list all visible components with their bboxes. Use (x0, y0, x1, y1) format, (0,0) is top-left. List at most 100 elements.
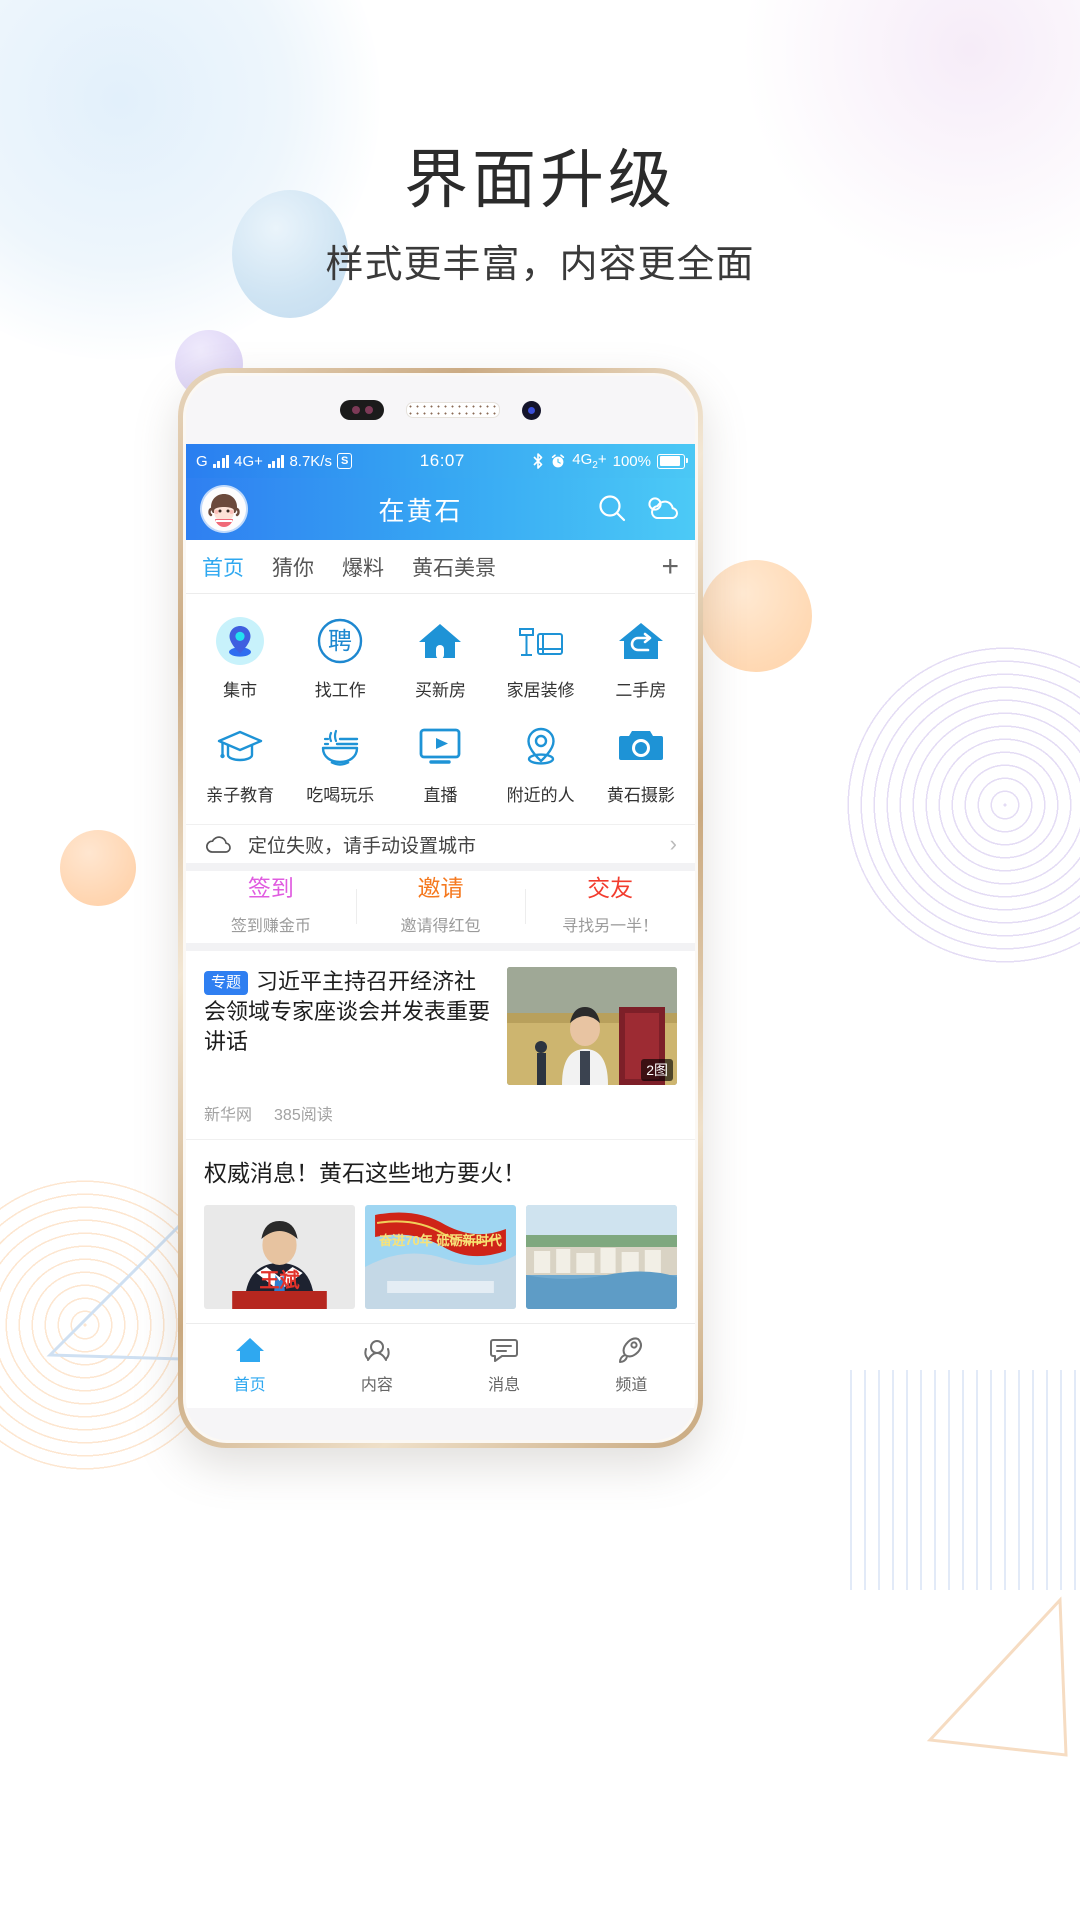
action-title: 邀请 (417, 875, 464, 902)
bg-line-grid (850, 1370, 1080, 1590)
alarm-clock-icon (552, 454, 565, 468)
location-status-text: 定位失败，请手动设置城市 (248, 835, 477, 857)
grid-label: 找工作 (314, 681, 366, 700)
tab-huangshi-scenery[interactable]: 黄石美景 (412, 552, 496, 582)
grid-item-photography[interactable]: 黄石摄影 (591, 713, 691, 818)
action-subtitle: 寻找另一半！ (562, 918, 659, 936)
search-icon[interactable] (595, 492, 629, 526)
cityscape-photo-illustration (526, 1204, 677, 1309)
location-status-bar[interactable]: 定位失败，请手动设置城市 › (186, 824, 695, 872)
action-dating[interactable]: 交友 寻找另一半！ (525, 877, 695, 936)
bottom-nav-home[interactable]: 首页 (186, 1336, 313, 1395)
image-count-badge: 2图 (641, 1058, 673, 1081)
bottom-nav-label: 频道 (615, 1377, 648, 1395)
grid-item-food-fun[interactable]: 吃喝玩乐 (290, 713, 390, 818)
grid-item-secondhand-house[interactable]: 二手房 (591, 608, 691, 713)
news-second-title: 权威消息！黄石这些地方要火！ (204, 1159, 526, 1186)
news-second-image-2: 奋进70年 砥砺新时代 (365, 1204, 516, 1309)
bottom-nav-channel[interactable]: 频道 (568, 1336, 695, 1395)
live-play-icon (420, 728, 461, 764)
status-bar-clock: 16:07 (419, 451, 465, 470)
grid-item-education[interactable]: 亲子教育 (190, 713, 290, 818)
network-type-1: 4G+ (234, 452, 263, 470)
bg-triangle-right-icon (926, 1596, 1068, 1757)
grid-label: 家居装修 (506, 681, 575, 700)
bottom-nav-label: 内容 (360, 1377, 393, 1395)
action-checkin[interactable]: 签到 签到赚金币 (186, 877, 356, 936)
bottom-nav-label: 首页 (233, 1377, 266, 1395)
sync-badge-icon: S (336, 453, 353, 469)
dual-camera-icon (340, 400, 384, 420)
bg-blob-orange-left (60, 830, 136, 906)
location-pin-icon (216, 617, 265, 665)
news-article-main[interactable]: 专题 习近平主持召开经济社会领域专家座谈会并发表重要讲话 2图 新华网 385阅… (186, 950, 695, 1140)
grid-label: 二手房 (615, 681, 667, 700)
action-title: 签到 (247, 875, 294, 902)
action-invite[interactable]: 邀请 邀请得红包 (355, 875, 526, 936)
tab-home[interactable]: 首页 (202, 552, 244, 582)
news-title-line: 专题 习近平主持召开经济社会领域专家座谈会并发表重要讲话 (204, 967, 493, 1058)
grid-item-new-house[interactable]: 买新房 (390, 608, 490, 713)
anniversary-poster-illustration: 奋进70年 砥砺新时代 (365, 1204, 516, 1309)
graduation-cap-icon (217, 730, 263, 762)
grid-item-home-decor[interactable]: 家居装修 (491, 608, 591, 713)
status-bar: G 4G+ 8.7K/s S 16:07 4G2+ 100% (186, 444, 695, 478)
bluetooth-icon (533, 453, 543, 469)
earpiece-speaker-icon (406, 402, 500, 418)
news-second-caption-2: 奋进70年 砥砺新时代 (378, 1233, 502, 1248)
phone-top-bezel (186, 376, 695, 444)
svg-text:聘: 聘 (328, 628, 352, 655)
signal-bars-2-icon (267, 454, 285, 468)
network-type-2: 4G2+ (572, 451, 607, 471)
grid-item-jobs[interactable]: 聘 找工作 (290, 608, 390, 713)
action-shortcut-row: 签到 签到赚金币 邀请 邀请得红包 交友 寻找另一半！ (186, 871, 695, 951)
cloud-icon (206, 836, 231, 853)
front-camera-icon (522, 400, 541, 420)
tab-guess[interactable]: 猜你 (272, 552, 314, 582)
carrier-label: G (196, 452, 208, 470)
hire-circle-icon: 聘 (318, 618, 363, 664)
network-speed: 8.7K/s (289, 452, 332, 470)
bg-dotted-ring-right (840, 640, 1080, 970)
phone-mockup: G 4G+ 8.7K/s S 16:07 4G2+ 100% 在黄石 首页 猜你… (178, 368, 703, 1448)
news-second-caption-1: 王斌 (259, 1268, 299, 1292)
nearby-pin-icon (526, 727, 555, 765)
bottom-nav-content[interactable]: 内容 (313, 1336, 440, 1395)
news-read-count: 385阅读 (274, 1106, 333, 1124)
grid-label: 买新房 (414, 681, 466, 700)
bottom-nav-message[interactable]: 消息 (441, 1336, 568, 1395)
action-title: 交友 (587, 875, 634, 902)
status-badge: 专题 (204, 970, 249, 996)
tab-tipoff[interactable]: 爆料 (342, 552, 384, 582)
avatar[interactable] (202, 487, 246, 531)
news-second-image-1: 王斌 (204, 1204, 355, 1309)
channel-icon (619, 1337, 643, 1364)
grid-item-live[interactable]: 直播 (390, 713, 490, 818)
app-header: 在黄石 (186, 478, 695, 540)
action-subtitle: 邀请得红包 (400, 918, 481, 936)
grid-item-nearby[interactable]: 附近的人 (491, 713, 591, 818)
news-article-second[interactable]: 权威消息！黄石这些地方要火！ 王斌 奋进70年 砥砺新时代 (186, 1139, 695, 1323)
weather-cloud-icon[interactable] (643, 494, 679, 524)
bottom-nav-label: 消息 (488, 1377, 521, 1395)
chevron-right-icon: › (669, 831, 677, 857)
category-tab-bar: 首页 猜你 爆料 黄石美景 + (186, 540, 695, 594)
app-title: 在黄石 (378, 495, 463, 526)
news-second-image-3 (526, 1204, 677, 1309)
promo-heading-block: 界面升级 样式更丰富，内容更全面 (0, 148, 1080, 284)
add-tab-button[interactable]: + (661, 551, 679, 582)
grid-label: 附近的人 (506, 786, 575, 805)
grid-label: 直播 (423, 786, 458, 805)
content-icon (364, 1340, 390, 1362)
secondhand-house-icon (618, 623, 663, 659)
house-icon (419, 624, 462, 659)
furniture-icon (518, 628, 563, 656)
phone-screen: G 4G+ 8.7K/s S 16:07 4G2+ 100% 在黄石 首页 猜你… (186, 444, 695, 1440)
bottom-navigation-bar: 首页 内容 消息 频道 (186, 1322, 695, 1408)
grid-label: 黄石摄影 (606, 786, 675, 805)
avatar-illustration-icon (202, 487, 246, 531)
battery-percent: 100% (612, 452, 651, 470)
grid-item-market[interactable]: 集市 (190, 608, 290, 713)
news-source: 新华网 (204, 1106, 253, 1124)
message-icon (490, 1339, 519, 1363)
